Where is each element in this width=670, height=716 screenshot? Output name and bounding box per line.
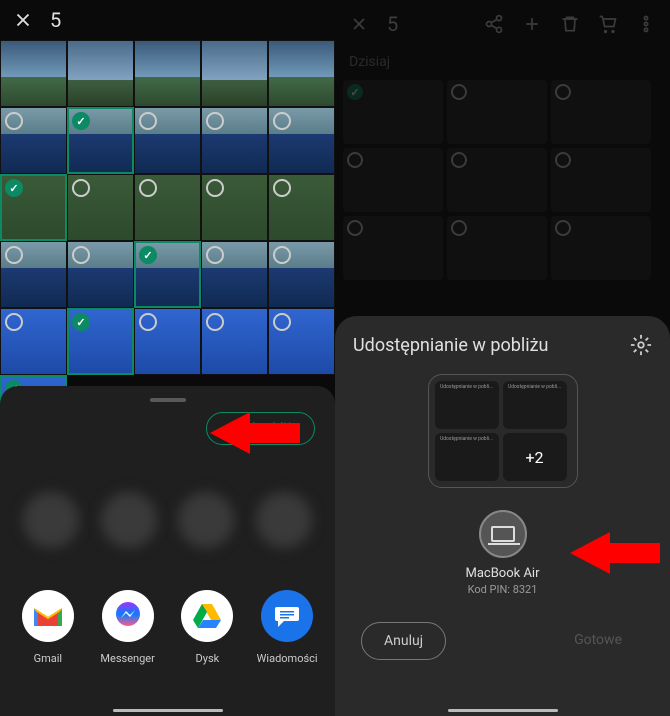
photo-thumb[interactable] (447, 216, 547, 280)
device-pin: Kod PIN: 8321 (468, 583, 538, 596)
done-button: Gotowe (552, 622, 644, 660)
photo-grid[interactable] (0, 40, 335, 442)
share-icon[interactable] (484, 14, 504, 34)
contact-avatar[interactable] (101, 492, 157, 548)
gmail-icon (22, 590, 74, 642)
photo-thumb[interactable] (268, 241, 335, 308)
section-header: Dzisiaj (335, 48, 670, 76)
photo-thumb[interactable] (201, 40, 268, 107)
device-name: MacBook Air (465, 566, 539, 581)
close-icon[interactable] (12, 9, 34, 31)
nav-bar[interactable] (448, 709, 558, 712)
selection-count: 5 (50, 8, 61, 32)
photo-thumb[interactable] (67, 174, 134, 241)
messenger-icon (102, 590, 154, 642)
drive-icon (181, 590, 233, 642)
gear-icon[interactable] (630, 334, 652, 356)
photo-thumb[interactable] (0, 308, 67, 375)
share-app-messages[interactable]: Wiadomości (250, 590, 324, 665)
cart-icon[interactable] (598, 14, 618, 34)
preview-thumb: Udostępnianie w pobli... (435, 433, 499, 481)
selection-toolbar: 5 (0, 0, 335, 40)
photo-thumb[interactable] (134, 308, 201, 375)
photo-thumb[interactable] (268, 174, 335, 241)
photo-thumb[interactable] (201, 107, 268, 174)
panel-title-text: Udostępnianie w pobliżu (353, 335, 548, 356)
share-app-gmail[interactable]: Gmail (11, 590, 85, 665)
annotation-arrow-icon (210, 406, 300, 460)
contact-avatar[interactable] (256, 492, 312, 548)
photo-thumb[interactable] (551, 148, 651, 212)
panel-header: Udostępnianie w pobliżu (353, 334, 652, 356)
share-sheet: W pobliżu Gmail Messenger Dysk (0, 386, 335, 716)
app-label: Dysk (196, 652, 220, 665)
photo-thumb[interactable] (268, 107, 335, 174)
photo-thumb[interactable] (201, 241, 268, 308)
app-label: Wiadomości (257, 652, 318, 665)
app-row: Gmail Messenger Dysk Wiadomości (0, 590, 335, 665)
photo-thumb[interactable] (551, 216, 651, 280)
button-row: Anuluj Gotowe (353, 622, 652, 660)
photo-thumb[interactable] (134, 40, 201, 107)
photo-thumb[interactable] (447, 148, 547, 212)
plus-icon[interactable] (522, 14, 542, 34)
annotation-arrow-icon (570, 526, 660, 580)
photo-thumb[interactable] (134, 107, 201, 174)
photo-thumb[interactable] (67, 241, 134, 308)
toolbar: 5 (335, 0, 670, 48)
contact-row (0, 492, 335, 548)
contact-avatar[interactable] (23, 492, 79, 548)
photo-thumb[interactable] (551, 80, 651, 144)
app-label: Messenger (100, 652, 154, 665)
nearby-share-panel: Udostępnianie w pobliżu Udostępnianie w … (335, 316, 670, 716)
share-app-drive[interactable]: Dysk (170, 590, 244, 665)
share-app-messenger[interactable]: Messenger (91, 590, 165, 665)
preview-grid: Udostępnianie w pobli... Udostępnianie w… (428, 374, 578, 488)
preview-thumb: Udostępnianie w pobli... (503, 381, 567, 429)
photo-thumb[interactable] (0, 107, 67, 174)
photo-thumb[interactable] (343, 80, 443, 144)
photo-thumb[interactable] (268, 40, 335, 107)
app-label: Gmail (34, 652, 62, 665)
photo-thumb[interactable] (268, 308, 335, 375)
photo-thumb[interactable] (134, 174, 201, 241)
laptop-icon (479, 510, 527, 558)
nav-bar[interactable] (113, 709, 223, 712)
selection-count: 5 (387, 12, 398, 36)
photo-grid[interactable] (335, 76, 670, 284)
preview-thumb: Udostępnianie w pobli... (435, 381, 499, 429)
photo-thumb[interactable] (0, 40, 67, 107)
photo-thumb[interactable] (67, 308, 134, 375)
photo-thumb[interactable] (0, 174, 67, 241)
check-icon (347, 84, 363, 100)
drag-handle[interactable] (150, 398, 186, 402)
photo-thumb[interactable] (201, 308, 268, 375)
cancel-button[interactable]: Anuluj (361, 622, 446, 660)
photo-thumb[interactable] (67, 107, 134, 174)
messages-icon (261, 590, 313, 642)
check-icon (72, 112, 90, 130)
photo-thumb[interactable] (0, 241, 67, 308)
preview-more: +2 (503, 433, 567, 481)
contact-avatar[interactable] (178, 492, 234, 548)
trash-icon[interactable] (560, 14, 580, 34)
photo-thumb[interactable] (134, 241, 201, 308)
right-pane: 5 Dzisiaj Udostępnianie w pobliżu Udostę… (335, 0, 670, 716)
photo-thumb[interactable] (343, 216, 443, 280)
photo-thumb[interactable] (447, 80, 547, 144)
check-icon (5, 179, 23, 197)
photo-thumb[interactable] (67, 40, 134, 107)
photo-thumb[interactable] (343, 148, 443, 212)
check-icon (72, 313, 90, 331)
more-icon[interactable] (636, 14, 656, 34)
left-pane: 5 W pobliżu (0, 0, 335, 716)
photo-thumb[interactable] (201, 174, 268, 241)
close-icon[interactable] (349, 14, 369, 34)
check-icon (139, 246, 157, 264)
